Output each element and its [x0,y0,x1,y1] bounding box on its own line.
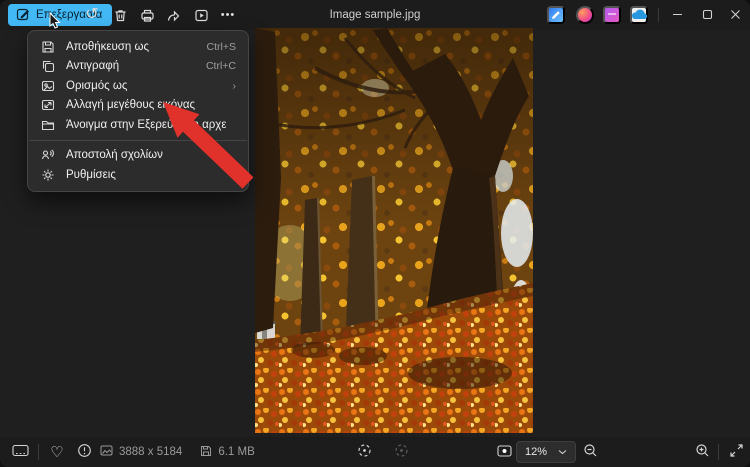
filmstrip-toggle-button[interactable] [8,440,32,464]
maximize-button[interactable] [692,0,722,30]
zoom-out-button[interactable] [578,440,602,464]
menu-item-label: Αποστολή σχολίων [66,149,163,162]
dimensions-icon [100,445,113,459]
zoom-in-button[interactable] [690,440,714,464]
close-button[interactable] [720,0,750,30]
zoom-level-dropdown[interactable]: 12% [516,441,576,463]
preview-thumbnail-button[interactable] [492,440,516,464]
set-as-icon [40,78,56,94]
pencil-white-icon [551,8,561,23]
delete-button[interactable] [108,3,132,27]
zoom-actual-size-button[interactable] [389,440,413,464]
zoom-out-icon [583,443,598,461]
menu-item-send-feedback[interactable]: Αποστολή σχολίων [28,146,248,166]
printer-icon [140,8,155,23]
folder-icon [40,117,56,133]
edit-context-menu: Αποθήκευση ως Ctrl+S Αντιγραφή Ctrl+C Ορ… [27,30,249,192]
menu-item-label: Ρυθμίσεις [66,168,116,181]
copy-icon [40,58,56,74]
share-icon [166,8,181,23]
slideshow-button[interactable] [189,3,213,27]
image-dimensions-group: 3888 x 5184 6.1 MB [100,437,255,467]
file-size-value: 6.1 MB [218,446,255,458]
preview-box-icon [496,444,512,460]
onedrive-cloud-icon [630,8,648,23]
file-info-button[interactable] [72,440,96,464]
clipchamp-app-button[interactable] [603,6,621,24]
menu-item-settings[interactable]: Ρυθμίσεις [28,165,248,185]
rotate-button[interactable]: ↺ [80,3,104,27]
designer-app-button[interactable] [576,6,594,24]
print-button[interactable] [135,3,159,27]
file-title: Image sample.jpg [329,9,421,21]
menu-item-open-file-explorer[interactable]: Άνοιγμα στην Εξερεύνηση αρχείων [28,115,248,135]
photos-app-window: Επεξεργασία ↺ ••• Image sample.jpg Αποθή… [0,0,750,467]
minimize-icon [672,8,683,23]
menu-item-shortcut: Ctrl+C [205,60,236,73]
feedback-icon [40,147,56,163]
zoom-level-value: 12% [525,446,548,458]
menu-item-label: Ορισμός ως [66,79,128,92]
fullscreen-button[interactable] [724,440,748,464]
rotate-icon: ↺ [85,6,99,23]
status-bar: ♡ 3888 x 5184 6.1 MB 12% [0,437,750,467]
autumn-forest-image [255,28,533,433]
fullscreen-expand-icon [729,444,743,460]
edit-pencil-icon [16,7,30,24]
maximize-icon [702,8,713,23]
close-icon [730,8,741,23]
fit-screen-icon [357,443,372,461]
more-options-button[interactable]: ••• [216,3,240,27]
titlebar-separator [658,8,659,22]
actual-size-icon [394,443,409,461]
menu-item-shortcut: Ctrl+S [206,40,236,53]
save-icon [40,39,56,55]
statusbar-separator [38,444,39,460]
menu-item-label: Αλλαγή μεγέθους εικόνας [66,99,196,112]
zoom-fit-button[interactable] [352,440,376,464]
heart-icon: ♡ [50,443,64,461]
image-dimensions-value: 3888 x 5184 [119,446,183,458]
slideshow-icon [194,8,209,23]
minimize-button[interactable] [662,0,692,30]
menu-item-label: Αντιγραφή [66,60,120,73]
menu-item-set-as[interactable]: Ορισμός ως › [28,76,248,96]
clip-notch-icon [607,8,617,23]
resize-image-icon [40,97,56,113]
onedrive-button[interactable] [630,6,648,24]
edit-image-app-button[interactable] [547,6,565,24]
toolbar: Επεξεργασία ↺ ••• Image sample.jpg [0,0,750,30]
menu-item-copy[interactable]: Αντιγραφή Ctrl+C [28,57,248,77]
statusbar-separator-right [718,444,719,460]
favorite-button[interactable]: ♡ [45,440,69,464]
menu-item-label: Αποθήκευση ως [66,40,150,53]
photo-canvas[interactable] [255,28,533,433]
ellipsis-icon: ••• [220,8,236,21]
gear-icon [40,167,56,183]
menu-item-label: Άνοιγμα στην Εξερεύνηση αρχείων [66,118,226,131]
info-icon [77,443,92,461]
submenu-chevron-icon: › [232,79,237,92]
menu-separator [29,139,247,141]
share-button[interactable] [161,3,185,27]
filmstrip-icon [11,444,29,460]
menu-item-save-as[interactable]: Αποθήκευση ως Ctrl+S [28,37,248,57]
trash-icon [113,8,128,23]
chevron-down-icon [558,446,567,458]
filesize-icon [200,445,212,460]
menu-item-resize-image[interactable]: Αλλαγή μεγέθους εικόνας [28,96,248,116]
zoom-in-icon [695,443,710,461]
